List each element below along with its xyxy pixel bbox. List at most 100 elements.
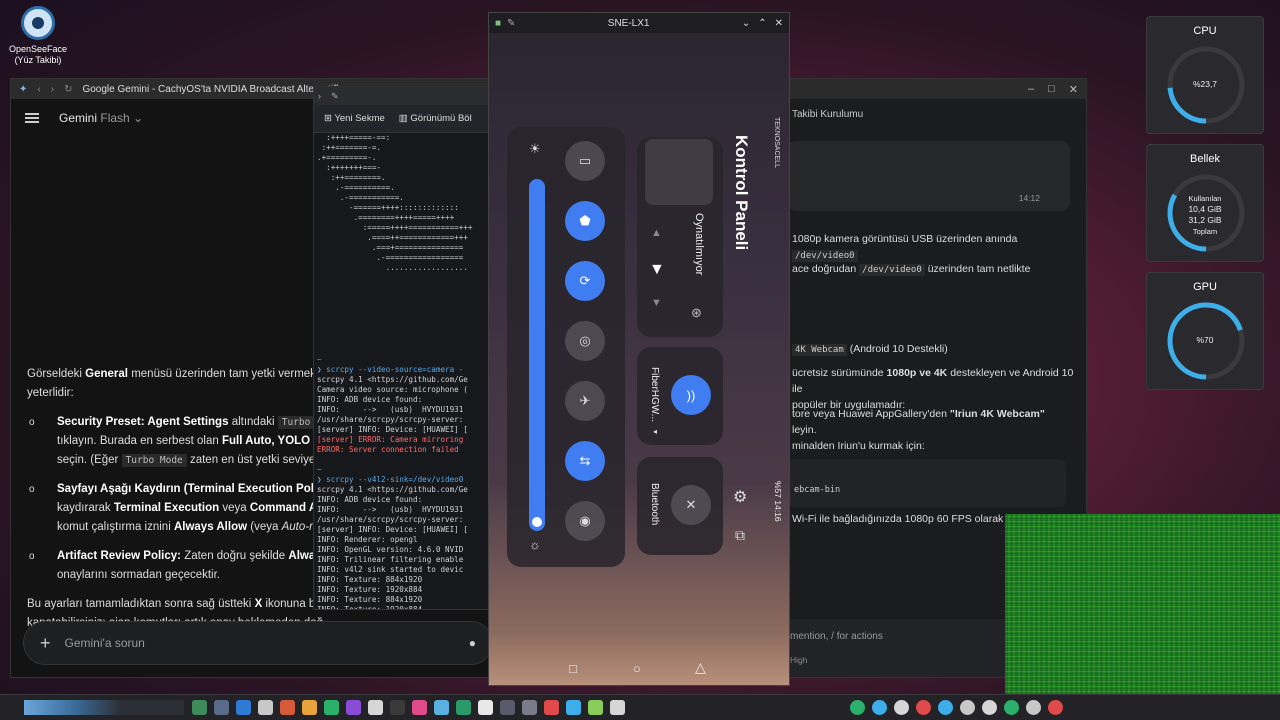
previous-icon[interactable]: ▲: [651, 227, 662, 239]
data-toggle[interactable]: ⇆: [565, 441, 605, 481]
music-taskbar-icon[interactable]: [214, 700, 229, 715]
tray-icon[interactable]: [960, 700, 975, 715]
steam-taskbar-icon[interactable]: [390, 700, 405, 715]
terminal-taskbar-icon[interactable]: [258, 700, 273, 715]
taskbar: [0, 694, 1280, 720]
chat-input-placeholder: mention, / for actions: [790, 631, 883, 642]
terminal-line: INFO: Texture: 884x1920: [317, 575, 423, 584]
chevron-down-icon[interactable]: ⌄: [742, 18, 750, 29]
steam-taskbar-icon[interactable]: [522, 700, 537, 715]
chevron-down-icon: ⌄: [133, 111, 144, 125]
carrier-label: TEKNOSACELL: [773, 117, 780, 168]
doc-paragraph: tore veya Huawei AppGallery'den "Iriun 4…: [792, 408, 1045, 452]
doc-paragraph: ace doğrudan /dev/video0 üzerinden tam n…: [792, 263, 1031, 276]
expand-icon[interactable]: ◂: [653, 427, 657, 436]
vivaldi-taskbar-icon[interactable]: [368, 700, 383, 715]
hotspot-toggle[interactable]: ◎: [565, 321, 605, 361]
wifi-icon[interactable]: )): [671, 375, 711, 415]
close-icon[interactable]: ✕: [775, 18, 783, 29]
brightness-low-icon: ☼: [529, 537, 541, 552]
model-switcher[interactable]: Gemini Flash ⌄: [59, 111, 143, 125]
tray-icon[interactable]: [1048, 700, 1063, 715]
terminal-line: INFO: Renderer: opengl: [317, 535, 418, 544]
eye-comfort-toggle[interactable]: ◉: [565, 501, 605, 541]
forward-icon[interactable]: ›: [51, 84, 54, 95]
pink-app-taskbar-icon[interactable]: [412, 700, 427, 715]
shield-taskbar-icon[interactable]: [236, 700, 251, 715]
pin-icon[interactable]: ✎: [331, 91, 339, 102]
back-icon[interactable]: △: [695, 659, 706, 676]
maximize-icon[interactable]: □: [1048, 83, 1055, 95]
minimize-icon[interactable]: –: [1028, 83, 1034, 95]
message-time: 14:12: [1018, 193, 1040, 203]
files-taskbar-icon[interactable]: [192, 700, 207, 715]
media-output-icon[interactable]: ⊛: [691, 305, 702, 321]
chevron-up-icon[interactable]: ⌃: [758, 18, 766, 29]
tab-title[interactable]: Google Gemini - CachyOS'ta NVIDIA Broadc…: [82, 84, 343, 95]
terminal-line: INFO: v4l2 sink started to devic: [317, 565, 464, 574]
auto-rotate-toggle[interactable]: ⟳: [565, 261, 605, 301]
plus-icon[interactable]: +: [40, 633, 51, 654]
control-panel-title: Kontrol Paneli: [732, 135, 751, 251]
home-icon[interactable]: ○: [633, 661, 641, 676]
android-taskbar-icon[interactable]: [456, 700, 471, 715]
settings-taskbar-icon[interactable]: [566, 700, 581, 715]
x-app-taskbar-icon[interactable]: [544, 700, 559, 715]
airplane-toggle[interactable]: ✈: [565, 381, 605, 421]
arch-taskbar-icon[interactable]: [478, 700, 493, 715]
tray-icon[interactable]: [1004, 700, 1019, 715]
tag-toggle[interactable]: ⬟: [565, 201, 605, 241]
close-icon[interactable]: ✕: [1069, 83, 1078, 96]
terminal-line: scrcpy 4.1 <https://github.com/Ge: [317, 375, 468, 384]
tray-icon[interactable]: [850, 700, 865, 715]
gauge-title: GPU: [1193, 281, 1217, 293]
gemini-tab-icon: ✦: [19, 83, 28, 95]
tray-icon[interactable]: [938, 700, 953, 715]
tray-icon[interactable]: [982, 700, 997, 715]
pin-icon[interactable]: ✎: [507, 18, 515, 29]
cloud-taskbar-icon[interactable]: [434, 700, 449, 715]
edit-icon[interactable]: ⧉: [735, 527, 745, 544]
doc-paragraph: 1080p kamera görüntüsü USB üzerinden anı…: [792, 233, 1018, 262]
quick-settings-panel: ☀ ☼ ▭ ⬟ ⟳ ◎ ✈ ⇆ ◉: [507, 127, 625, 567]
bluetooth-panel[interactable]: Bluetooth ✕: [637, 457, 723, 555]
brave-taskbar-icon[interactable]: [302, 700, 317, 715]
discord-taskbar-icon[interactable]: [588, 700, 603, 715]
virtual-desktop-pager[interactable]: [24, 700, 184, 715]
brightness-slider[interactable]: [529, 179, 545, 531]
app-taskbar-icon[interactable]: [500, 700, 515, 715]
gauge-title: Bellek: [1190, 153, 1220, 165]
media-panel: ▲ ▼ ▼ Oynatılmıyor ⊛: [637, 137, 723, 337]
terminal-line: ❯ scrcpy --v4l2-sink=/dev/video0: [317, 475, 464, 484]
bluetooth-icon[interactable]: ✕: [671, 485, 711, 525]
tray-icon[interactable]: [894, 700, 909, 715]
terminal-line: INFO: OpenGL version: 4.6.0 NVID: [317, 545, 464, 554]
terminal-line: INFO: Texture: 1920x884: [317, 585, 423, 594]
model-selector[interactable]: High: [790, 655, 807, 665]
wifi-panel[interactable]: FiberHGW... )) ◂: [637, 347, 723, 445]
split-view-button[interactable]: ▥ Görünümü Böl: [399, 113, 472, 124]
kate-taskbar-icon[interactable]: [324, 700, 339, 715]
tray-icon[interactable]: [916, 700, 931, 715]
play-icon[interactable]: ▼: [649, 261, 665, 279]
prompt-input[interactable]: + Gemini'a sorun ●: [23, 621, 493, 665]
menu-icon[interactable]: [25, 113, 39, 123]
terminal-line: INFO: --> (usb) HVYDU1931: [317, 505, 464, 514]
reload-icon[interactable]: ↻: [64, 84, 72, 95]
browser-taskbar-icon[interactable]: [280, 700, 295, 715]
mic-icon[interactable]: ●: [469, 636, 476, 650]
tray-icon[interactable]: [1026, 700, 1041, 715]
settings-icon[interactable]: ⚙: [733, 487, 747, 507]
recents-icon[interactable]: □: [569, 661, 577, 676]
flashlight-toggle[interactable]: ▭: [565, 141, 605, 181]
slider-handle[interactable]: [532, 517, 542, 527]
tray-icon[interactable]: [872, 700, 887, 715]
next-icon[interactable]: ▼: [651, 297, 662, 309]
desktop-icon-openseeface[interactable]: OpenSeeFace (Yüz Takibi): [8, 6, 68, 66]
terminal-output[interactable]: ~ ❯ scrcpy --video-source=camera - scrcp…: [314, 355, 492, 609]
new-tab-button[interactable]: ⊞ Yeni Sekme: [324, 113, 385, 124]
system-taskbar-icon[interactable]: [610, 700, 625, 715]
firefox-taskbar-icon[interactable]: [346, 700, 361, 715]
back-icon[interactable]: ‹: [37, 84, 40, 95]
cpu-gauge: CPU %23,7: [1146, 16, 1264, 134]
